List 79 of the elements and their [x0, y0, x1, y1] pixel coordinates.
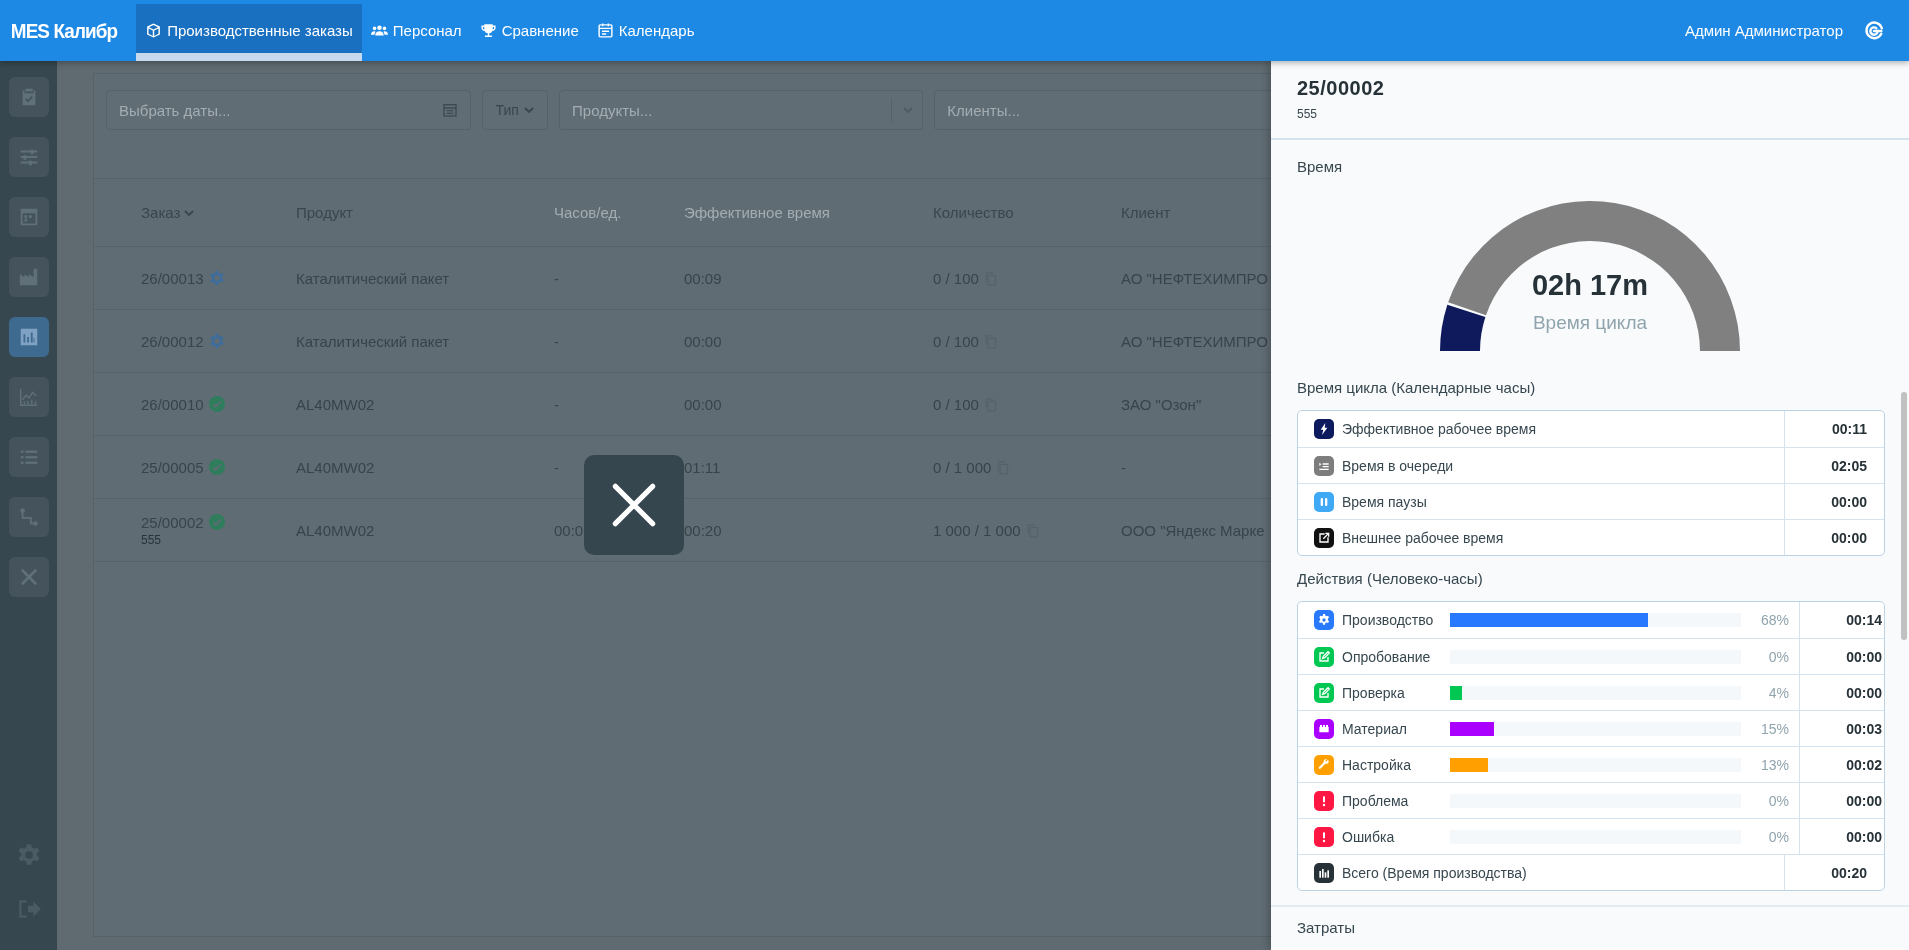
calendar-icon [442, 102, 459, 118]
factory-icon [17, 266, 40, 288]
row-label: Время паузы [1342, 493, 1427, 510]
row-label: Внешнее рабочее время [1342, 529, 1504, 546]
order-note: 555 [141, 532, 162, 547]
table-cell: - [1121, 458, 1126, 476]
row-value: 00:00 [1831, 493, 1867, 510]
date-field[interactable]: Выбрать даты... [106, 90, 472, 130]
order-note: 555 [1297, 107, 1318, 121]
row-value: 00:00 [1846, 648, 1882, 665]
column-header[interactable]: Эффективное время [684, 204, 830, 221]
sidebar-item[interactable] [8, 197, 49, 237]
table-cell: - [554, 395, 559, 413]
row-label: Опробование [1342, 648, 1431, 665]
section-title: Затраты [1297, 919, 1355, 936]
row-label: Настройка [1342, 756, 1411, 773]
sidebar-item[interactable] [8, 497, 49, 537]
row-value: 00:20 [1831, 864, 1867, 881]
products-input[interactable]: Продукты... [572, 101, 882, 119]
products-select[interactable]: Продукты... [559, 90, 924, 130]
row-value: 00:00 [1846, 684, 1882, 701]
clients-select[interactable]: Клиенты... [934, 90, 1271, 130]
row-percent: 4% [1768, 684, 1789, 701]
trophy-icon [479, 22, 497, 39]
row-label: Ошибка [1342, 828, 1395, 845]
column-header[interactable]: Часов/ед. [554, 204, 622, 221]
table-cell: - [554, 269, 559, 287]
sidebar-item[interactable] [8, 137, 49, 177]
sidebar-item[interactable] [8, 437, 49, 477]
row-label: Производство [1342, 612, 1434, 628]
bar-chart-icon [1314, 862, 1334, 883]
row-label: Материал [1342, 720, 1407, 737]
nav-tab[interactable]: Сравнение [470, 0, 588, 61]
row-percent: 0% [1768, 792, 1789, 809]
row-label: Всего (Время производства) [1342, 864, 1527, 881]
close-button[interactable] [584, 455, 684, 555]
row-value: 00:11 [1831, 421, 1867, 437]
sidebar-item[interactable] [8, 557, 49, 597]
table-cell: - [554, 332, 559, 350]
app-logo[interactable]: MES Калибр [0, 0, 130, 61]
date-input[interactable]: Выбрать даты... [119, 101, 443, 119]
row-value: 00:03 [1846, 720, 1882, 737]
calendar-icon [596, 22, 614, 39]
section-title: Время цикла (Календарные часы) [1297, 379, 1536, 396]
row-label: Время в очереди [1342, 457, 1454, 474]
cube-icon [145, 22, 163, 39]
row-percent: 0% [1768, 828, 1789, 845]
row-label: Проблема [1342, 792, 1409, 809]
sidebar-item[interactable] [8, 77, 49, 117]
line-chart-icon [17, 386, 40, 408]
sidebar-item[interactable] [8, 257, 49, 297]
gauge-value: 02h 17m [1531, 269, 1649, 302]
sidebar-item[interactable] [8, 317, 49, 357]
row-label: Проверка [1342, 684, 1405, 701]
row-label: Эффективное рабочее время [1342, 421, 1537, 437]
route-icon [17, 506, 40, 528]
row-percent: 68% [1760, 612, 1789, 628]
nav-tab[interactable]: Персонал [361, 0, 471, 61]
nav-tab[interactable]: Календарь [587, 0, 704, 61]
row-percent: 13% [1760, 756, 1789, 773]
chevron-down-icon [522, 104, 535, 116]
row-value: 00:00 [1846, 828, 1882, 845]
row-value: 00:14 [1846, 612, 1882, 628]
clients-input[interactable]: Клиенты... [947, 101, 1271, 119]
sidebar-item[interactable] [8, 377, 49, 417]
section-title: Время [1297, 158, 1343, 175]
gauge-caption: Время цикла [1532, 312, 1648, 334]
table-cell: - [554, 458, 559, 476]
row-value: 00:02 [1846, 756, 1882, 773]
scrollbar[interactable] [1901, 392, 1907, 640]
row-percent: 15% [1760, 720, 1789, 737]
row-value: 00:00 [1846, 792, 1882, 809]
row-value: 00:00 [1831, 529, 1867, 546]
row-percent: 0% [1768, 648, 1789, 665]
order-title: 25/00002 [1297, 77, 1385, 100]
swirl-icon [1863, 19, 1885, 42]
row-value: 02:05 [1831, 457, 1867, 474]
section-title: Действия (Человеко-часы) [1297, 570, 1483, 587]
user-name[interactable]: Админ Администратор [1684, 0, 1863, 61]
